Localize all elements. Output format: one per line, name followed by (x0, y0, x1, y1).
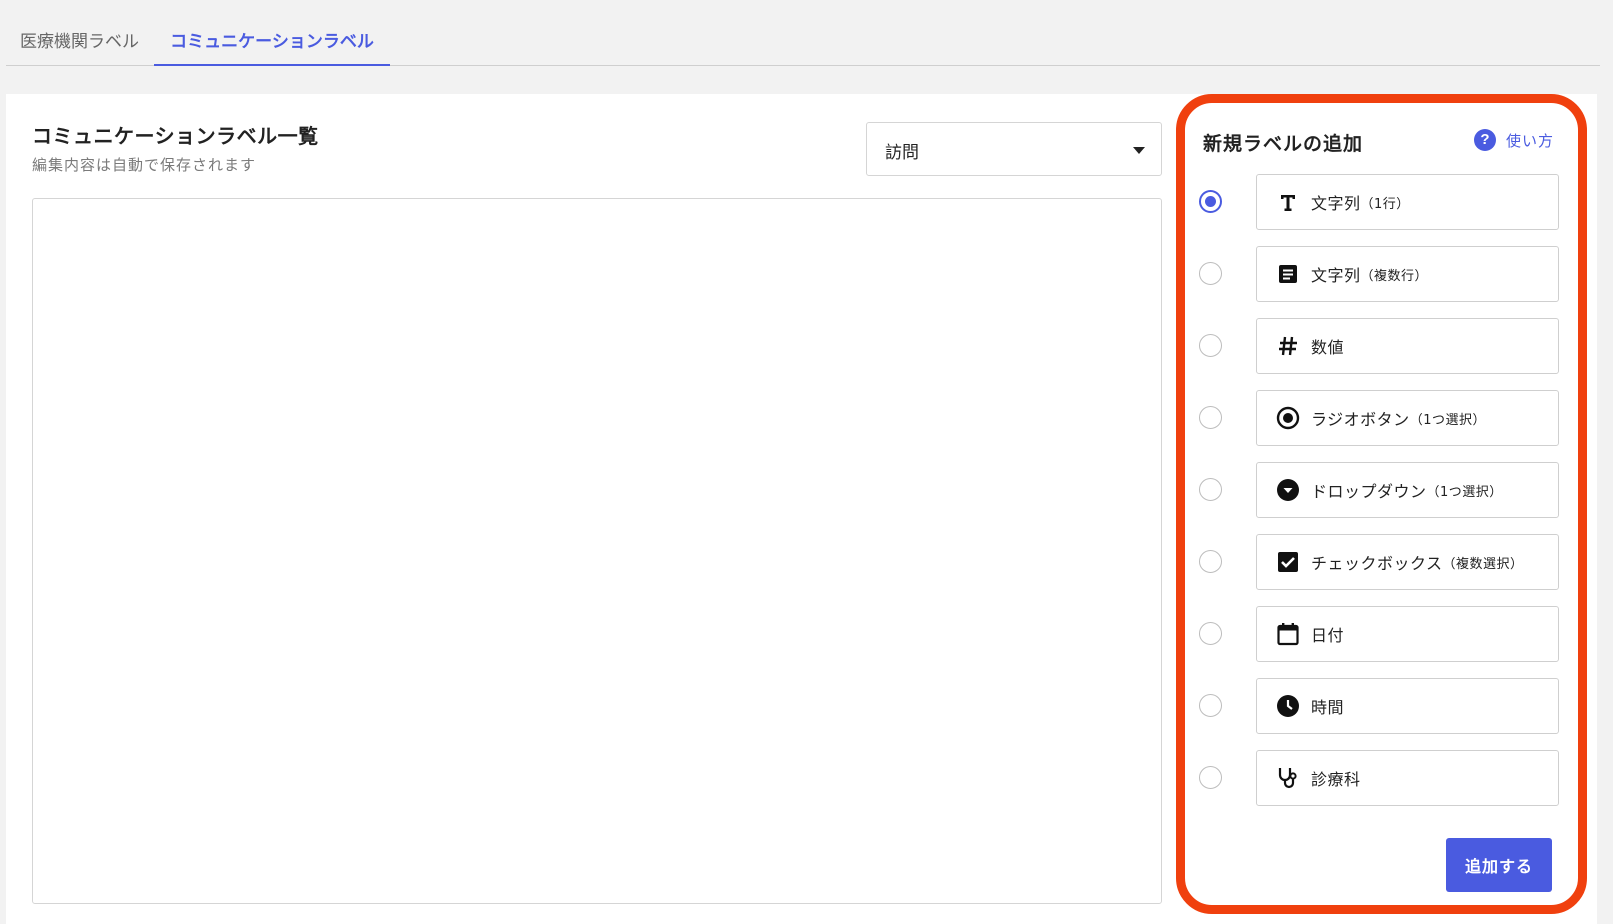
option-row-checkbox: チェックボックス （複数選択） (1199, 534, 1559, 590)
option-row-radio: ラジオボタン （1つ選択） (1199, 390, 1559, 446)
add-label-button[interactable]: 追加する (1446, 838, 1552, 892)
autosave-note: 編集内容は自動で保存されます (32, 156, 257, 174)
clock-icon (1275, 693, 1301, 719)
stethoscope-icon (1275, 765, 1301, 791)
help-label: 使い方 (1505, 131, 1554, 150)
option-card-date[interactable]: 日付 (1256, 606, 1559, 662)
radio-text-multi[interactable] (1199, 262, 1222, 285)
tab-communication-labels[interactable]: コミュニケーションラベル (154, 30, 390, 66)
option-note: （1つ選択） (1409, 412, 1486, 428)
list-title: コミュニケーションラベル一覧 (32, 124, 319, 148)
option-card-text-multi[interactable]: 文字列 （複数行） (1256, 246, 1559, 302)
checkbox-icon (1275, 549, 1301, 575)
label-list-area (32, 198, 1162, 904)
radio-date[interactable] (1199, 622, 1222, 645)
radio-icon (1275, 405, 1301, 431)
add-label-title: 新規ラベルの追加 (1203, 133, 1364, 155)
help-icon: ? (1473, 129, 1496, 151)
calendar-icon (1275, 621, 1301, 647)
option-row-dropdown: ドロップダウン （1つ選択） (1199, 462, 1559, 518)
chevron-down-icon (1133, 147, 1145, 154)
option-row-date: 日付 (1199, 606, 1559, 662)
option-note: （1つ選択） (1426, 484, 1503, 500)
option-row-text-single: 文字列 （1行） (1199, 174, 1559, 230)
add-label-panel: 新規ラベルの追加 ? 使い方 文字列 （1行） 文字列 （複数行） 数値 ラジオ… (1176, 94, 1587, 914)
option-row-department: 診療科 (1199, 750, 1559, 806)
option-label: 時間 (1311, 698, 1345, 717)
option-card-dropdown[interactable]: ドロップダウン （1つ選択） (1256, 462, 1559, 518)
option-card-time[interactable]: 時間 (1256, 678, 1559, 734)
option-label: 診療科 (1311, 770, 1361, 789)
option-row-text-multi: 文字列 （複数行） (1199, 246, 1559, 302)
dropdown-icon (1275, 477, 1301, 503)
radio-dropdown[interactable] (1199, 478, 1222, 501)
option-label: 文字列 (1311, 194, 1361, 213)
option-card-number[interactable]: 数値 (1256, 318, 1559, 374)
option-row-number: 数値 (1199, 318, 1559, 374)
option-label: 数値 (1311, 338, 1345, 357)
option-label: 日付 (1311, 626, 1345, 645)
option-note: （1行） (1360, 196, 1410, 212)
hash-icon (1275, 333, 1301, 359)
label-category-select[interactable]: 訪問 (866, 122, 1162, 176)
help-link[interactable]: ? 使い方 (1473, 129, 1554, 151)
selected-category: 訪問 (885, 143, 919, 163)
radio-text-single[interactable] (1199, 190, 1222, 213)
option-card-text-single[interactable]: 文字列 （1行） (1256, 174, 1559, 230)
tab-bar: 医療機関ラベル コミュニケーションラベル (6, 0, 1600, 66)
option-note: （複数行） (1360, 268, 1429, 284)
option-note: （複数選択） (1442, 556, 1524, 572)
text-t-icon (1275, 189, 1301, 215)
option-card-checkbox[interactable]: チェックボックス （複数選択） (1256, 534, 1559, 590)
option-label: ラジオボタン (1311, 410, 1410, 429)
option-card-radio[interactable]: ラジオボタン （1つ選択） (1256, 390, 1559, 446)
notes-icon (1275, 261, 1301, 287)
option-label: チェックボックス (1311, 554, 1443, 573)
radio-time[interactable] (1199, 694, 1222, 717)
radio-radio-button[interactable] (1199, 406, 1222, 429)
radio-number[interactable] (1199, 334, 1222, 357)
option-label: 文字列 (1311, 266, 1361, 285)
radio-department[interactable] (1199, 766, 1222, 789)
radio-checkbox[interactable] (1199, 550, 1222, 573)
option-card-department[interactable]: 診療科 (1256, 750, 1559, 806)
option-row-time: 時間 (1199, 678, 1559, 734)
option-label: ドロップダウン (1311, 482, 1427, 501)
tab-medical-institution-labels[interactable]: 医療機関ラベル (20, 30, 139, 66)
